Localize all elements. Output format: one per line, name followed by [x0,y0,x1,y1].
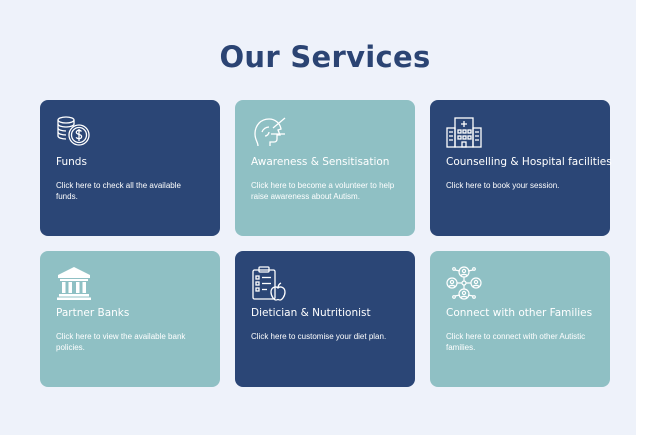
service-card-description: Click here to book your session. [446,181,560,190]
service-card-funds[interactable]: Funds Click here to check all the availa… [40,100,220,236]
service-card-title: Counselling & Hospital facilities [446,156,612,168]
service-card-counselling[interactable]: Counselling & Hospital facilities Click … [430,100,612,236]
service-card-awareness[interactable]: Awareness & Sensitisation Click here to … [235,100,415,236]
page-title: Our Services [219,40,431,74]
service-card-dietician[interactable]: Dietician & Nutritionist Click here to c… [235,251,415,387]
diet-clipboard-icon [251,265,287,301]
service-card-title: Dietician & Nutritionist [251,307,371,319]
network-people-icon [446,265,482,301]
service-card-title: Connect with other Families [446,307,593,319]
coins-dollar-icon [56,114,92,150]
service-card-description: Click here to connect with other Autisti… [446,332,586,352]
bank-icon [56,265,92,301]
hospital-icon [446,114,482,150]
service-card-description: Click here to become a volunteer to help… [251,181,395,201]
service-card-title: Awareness & Sensitisation [251,156,390,168]
service-card-title: Partner Banks [56,307,130,319]
service-card-partner-banks[interactable]: Partner Banks Click here to view the ava… [40,251,220,387]
service-card-connect-families[interactable]: Connect with other Families Click here t… [430,251,610,387]
service-card-description: Click here to check all the available fu… [56,181,181,201]
service-card-title: Funds [56,156,87,168]
head-awareness-icon [251,114,287,150]
services-section: Our Services Funds Click here to check a… [0,0,636,435]
service-card-description: Click here to view the available bank po… [56,332,186,352]
service-card-description: Click here to customise your diet plan. [251,332,387,341]
